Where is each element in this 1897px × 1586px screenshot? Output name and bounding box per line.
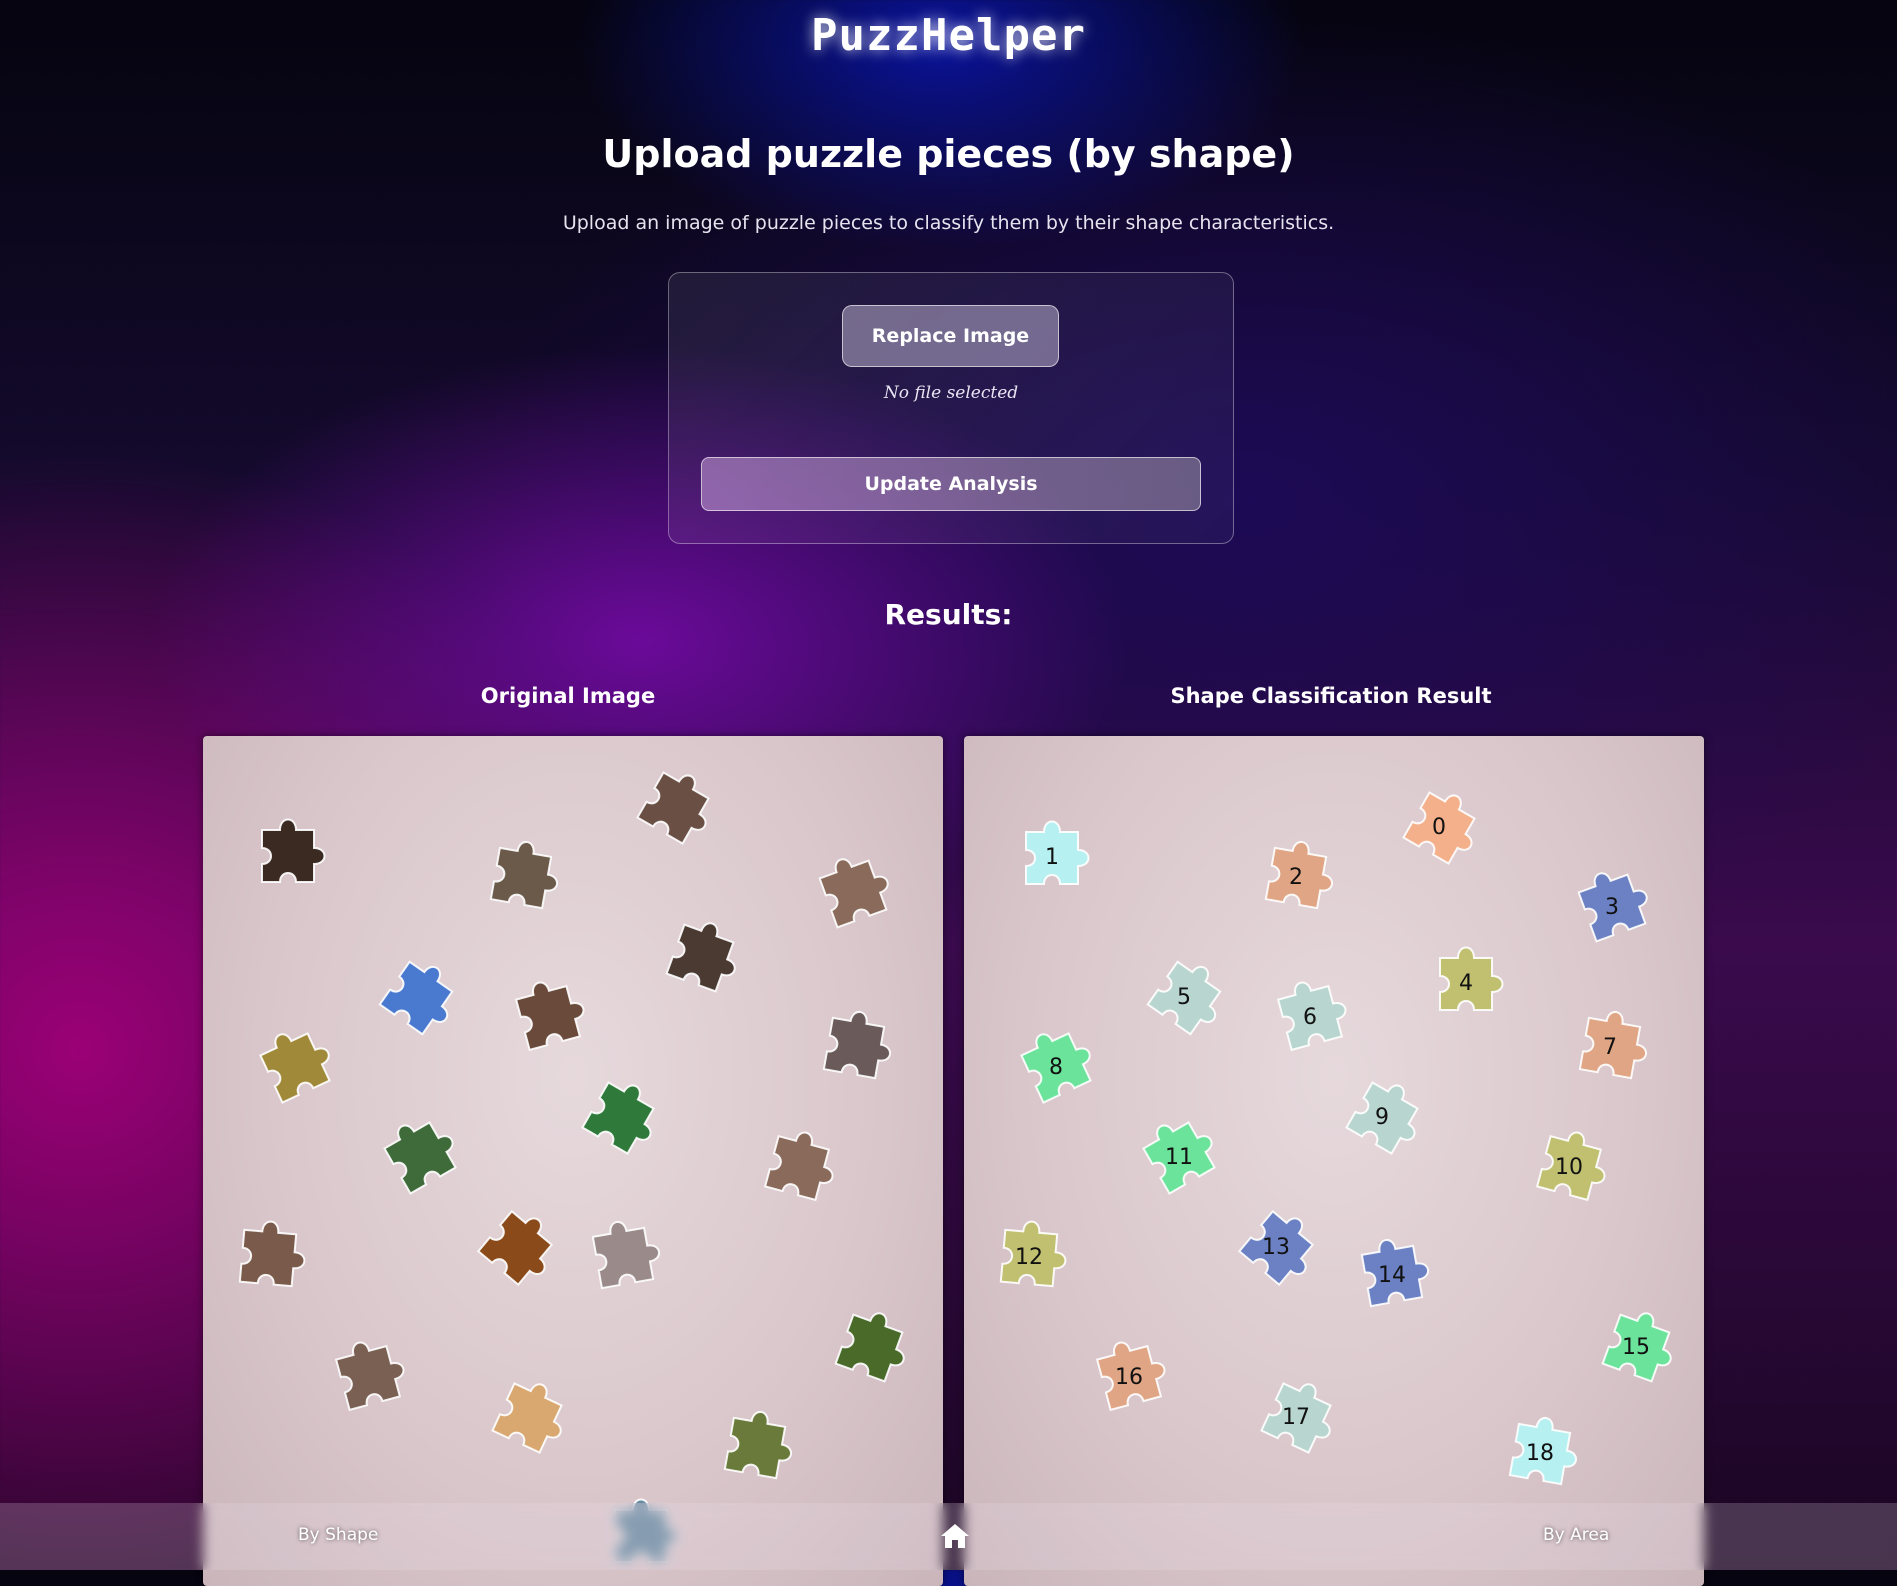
- classification-canvas: 0123456789101112 131415161718: [999, 791, 1672, 1486]
- classification-result-title: Shape Classification Result: [1170, 684, 1492, 708]
- file-status: No file selected: [883, 383, 1019, 403]
- piece-label: 12: [1015, 1245, 1043, 1270]
- puzzle-piece: [665, 922, 736, 993]
- piece-label: 4: [1459, 971, 1473, 996]
- puzzle-piece: [834, 1312, 905, 1383]
- page-subtitle: Upload an image of puzzle pieces to clas…: [562, 212, 1335, 234]
- nav-by-shape[interactable]: By Shape: [298, 1525, 378, 1545]
- classified-piece: [1402, 791, 1476, 865]
- puzzle-piece: [489, 841, 558, 910]
- piece-label: 9: [1375, 1105, 1389, 1130]
- puzzle-piece: [378, 960, 454, 1036]
- piece-label: 1: [1045, 845, 1059, 870]
- classified-piece: [1345, 1081, 1419, 1155]
- puzzle-piece: [591, 1221, 660, 1290]
- piece-label: 6: [1303, 1005, 1317, 1030]
- piece-label: 11: [1165, 1145, 1193, 1170]
- upload-card: Replace Image No file selected Update An…: [668, 272, 1234, 544]
- classified-piece: [1146, 960, 1222, 1036]
- piece-label: 7: [1603, 1035, 1617, 1060]
- puzzle-piece: [636, 771, 710, 845]
- puzzle-piece: [383, 1121, 457, 1195]
- home-icon[interactable]: [938, 1521, 972, 1551]
- piece-label: 2: [1289, 865, 1303, 890]
- puzzle-piece: [723, 1411, 792, 1480]
- piece-label: 0: [1432, 815, 1446, 840]
- puzzle-piece: [238, 1220, 306, 1288]
- piece-label: 5: [1177, 985, 1191, 1010]
- puzzle-piece: [476, 1209, 554, 1287]
- puzzle-piece: [581, 1081, 655, 1155]
- puzzle-piece: [334, 1341, 405, 1412]
- piece-label: 13: [1262, 1235, 1290, 1260]
- original-image-canvas: [238, 771, 905, 1563]
- bottom-nav: By Shape By Area: [0, 1503, 1897, 1570]
- classification-result-image: 0 1 2 3 4 5 6 7 8 9 10 11 12 13 14 15 16 17 18: [964, 736, 1704, 1586]
- piece-label: 17: [1282, 1405, 1310, 1430]
- piece-label: 18: [1526, 1441, 1554, 1466]
- puzzle-piece: [261, 818, 326, 883]
- puzzle-piece: [822, 1011, 891, 1080]
- results-heading: Results:: [884, 598, 1013, 631]
- piece-label: 8: [1049, 1055, 1063, 1080]
- puzzle-piece: [763, 1131, 834, 1202]
- puzzle-piece: [491, 1382, 563, 1454]
- original-image-title: Original Image: [480, 684, 656, 708]
- app-logo[interactable]: PuzzHelper: [0, 10, 1897, 61]
- puzzle-piece: [514, 981, 585, 1052]
- piece-label: 10: [1555, 1155, 1583, 1180]
- update-analysis-button[interactable]: Update Analysis: [701, 457, 1201, 511]
- replace-image-button[interactable]: Replace Image: [842, 305, 1059, 367]
- piece-label: 16: [1115, 1365, 1143, 1390]
- original-image: [203, 736, 943, 1586]
- piece-label: 14: [1378, 1263, 1406, 1288]
- page-title: Upload puzzle pieces (by shape): [602, 132, 1295, 176]
- nav-by-area[interactable]: By Area: [1543, 1525, 1609, 1545]
- puzzle-piece: [818, 858, 889, 929]
- piece-label: 3: [1605, 895, 1619, 920]
- piece-label: 15: [1622, 1335, 1650, 1360]
- puzzle-piece: [259, 1032, 331, 1104]
